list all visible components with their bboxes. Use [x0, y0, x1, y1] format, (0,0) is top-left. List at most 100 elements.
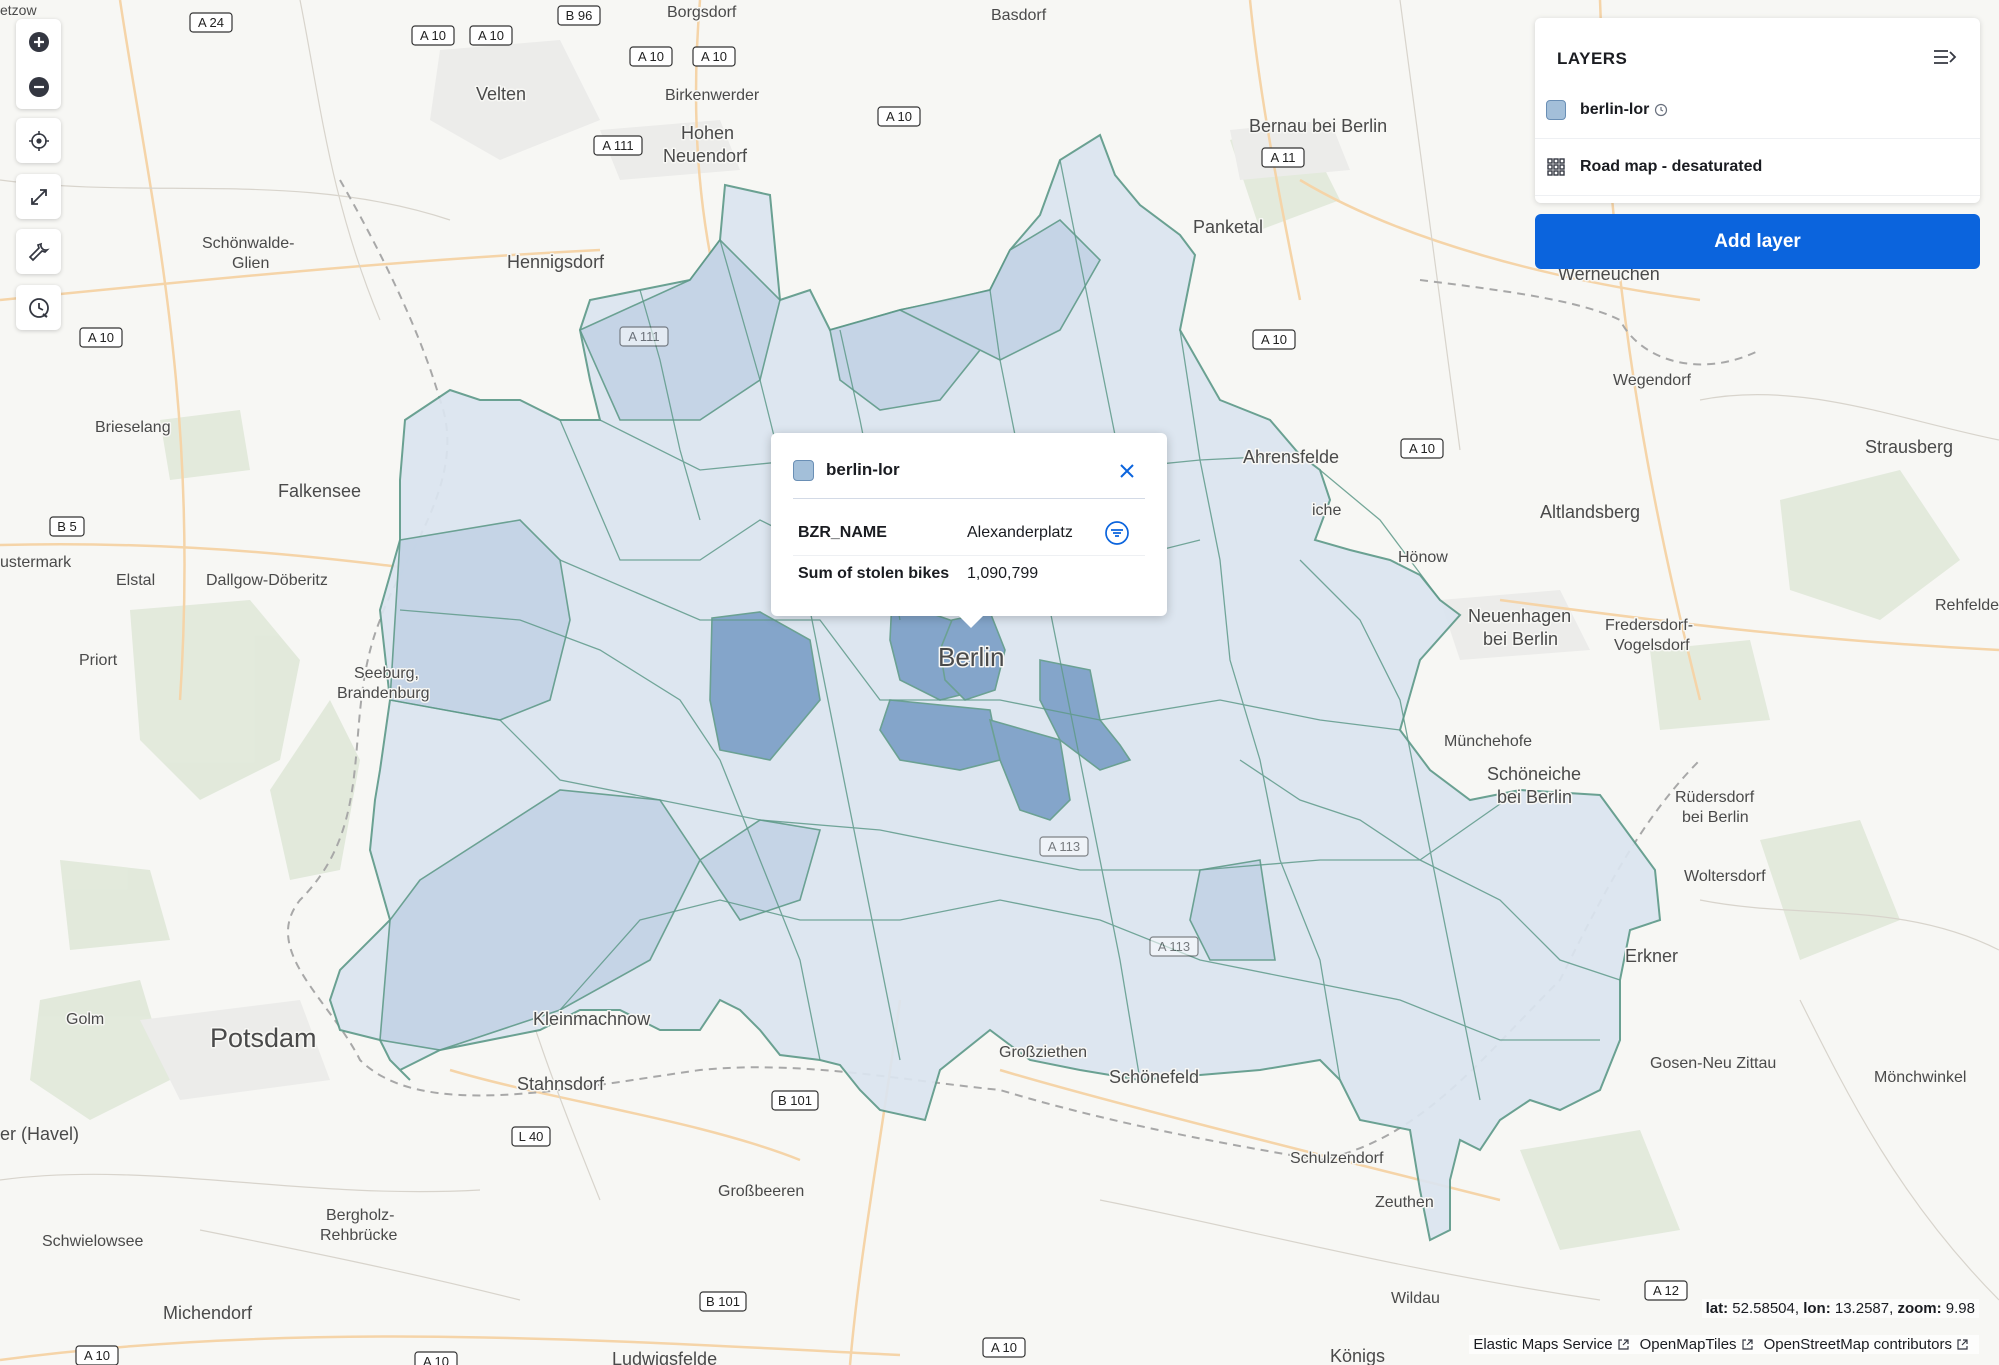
place-label: Schönefeld — [1109, 1067, 1199, 1087]
place-label: Dallgow-Döberitz — [206, 572, 328, 589]
clock-icon — [1655, 103, 1668, 116]
place-label: Rehbrücke — [320, 1227, 397, 1244]
place-label: Gosen-Neu Zittau — [1650, 1055, 1776, 1072]
place-label: Potsdam — [210, 1023, 317, 1053]
place-label: Altlandsberg — [1540, 502, 1640, 522]
zoom-label: zoom: — [1897, 1300, 1942, 1317]
place-label: Großbeeren — [718, 1183, 804, 1200]
place-label: Münchehofe — [1444, 733, 1532, 750]
place-label: Vogelsdorf — [1614, 637, 1690, 654]
place-label: ustermark — [0, 554, 72, 571]
layers-panel: LAYERS berlin-lor Road map - desaturated — [1535, 18, 1980, 203]
zoom-in-button[interactable] — [16, 19, 61, 64]
place-label: Großziethen — [999, 1044, 1087, 1061]
fit-bounds-control — [16, 174, 61, 219]
place-label: Bernau bei Berlin — [1249, 116, 1387, 136]
filter-icon[interactable] — [1104, 520, 1130, 546]
timeslider-button[interactable] — [16, 285, 61, 330]
collapse-panel-icon[interactable] — [1932, 46, 1958, 68]
road-shield: B 101 — [778, 1093, 812, 1108]
tooltip-arrow — [958, 615, 984, 628]
place-label: Rehfelde — [1935, 597, 1999, 614]
place-label: Zeuthen — [1375, 1194, 1434, 1211]
place-label: Ahrensfelde — [1243, 447, 1339, 467]
place-label: Velten — [476, 84, 526, 104]
zoom-out-button[interactable] — [16, 64, 61, 109]
place-label: Basdorf — [991, 7, 1047, 24]
place-label: Königs — [1330, 1346, 1385, 1365]
place-label: Neuenhagen — [1468, 606, 1571, 626]
road-shield: A 10 — [638, 49, 664, 64]
divider — [793, 555, 1145, 556]
tools-button[interactable] — [16, 229, 61, 274]
road-shield: A 11 — [1270, 150, 1295, 165]
place-label: Erkner — [1625, 946, 1678, 966]
place-label: Neuendorf — [663, 146, 748, 166]
layer-row-berlin-lor[interactable]: berlin-lor — [1535, 81, 1980, 139]
place-label: Hönow — [1398, 549, 1448, 566]
road-shield: A 111 — [628, 329, 659, 344]
road-shield: B 5 — [57, 519, 77, 534]
minus-icon — [28, 76, 49, 97]
place-label: Hohen — [681, 123, 734, 143]
place-label: bei Berlin — [1497, 787, 1572, 807]
road-shield: L 40 — [519, 1129, 544, 1144]
place-label: Hennigsdorf — [507, 252, 605, 272]
divider — [793, 498, 1145, 499]
external-link-icon — [1741, 1339, 1753, 1350]
set-view-button[interactable] — [16, 118, 61, 163]
place-label: Glien — [232, 255, 269, 272]
timeslider-control — [16, 285, 61, 330]
place-label: Brandenburg — [337, 685, 430, 702]
attribution-link[interactable]: OpenStreetMap contributors — [1764, 1336, 1952, 1353]
attribution-link[interactable]: Elastic Maps Service — [1473, 1336, 1612, 1353]
place-label: Falkensee — [278, 481, 361, 501]
grid-icon — [1547, 157, 1565, 176]
place-label: Schönwalde- — [202, 235, 295, 252]
region-east-1[interactable] — [1189, 859, 1276, 961]
lat-label: lat: — [1705, 1300, 1729, 1317]
plus-icon — [28, 31, 49, 52]
map-canvas[interactable]: Borgsdorf Basdorf Velten Birkenwerder Ho… — [0, 0, 1999, 1365]
close-icon[interactable] — [1117, 461, 1137, 481]
lat-value: 52.58504 — [1732, 1300, 1795, 1317]
feature-tooltip: berlin-lor BZR_NAME Alexanderplatz Sum o… — [771, 433, 1167, 616]
place-label: Mönchwinkel — [1874, 1069, 1966, 1086]
place-label: Priort — [79, 652, 118, 669]
zoom-value: 9.98 — [1945, 1300, 1975, 1317]
place-label: Wildau — [1391, 1290, 1440, 1307]
place-label: Woltersdorf — [1684, 868, 1766, 885]
zoom-controls — [16, 19, 61, 109]
lon-label: lon: — [1803, 1300, 1831, 1317]
layer-swatch — [1546, 99, 1566, 120]
layer-row-road-map[interactable]: Road map - desaturated — [1535, 138, 1980, 196]
road-shield: A 10 — [991, 1340, 1017, 1355]
external-link-icon — [1957, 1339, 1968, 1350]
layers-title: LAYERS — [1557, 49, 1628, 68]
fit-to-data-button[interactable] — [16, 174, 61, 219]
layer-swatch — [793, 460, 814, 481]
tools-control — [16, 229, 61, 274]
map-tools — [16, 118, 61, 163]
coordinates-readout: lat: 52.58504, lon: 13.2587, zoom: 9.98 — [1701, 1299, 1979, 1318]
road-shield: A 10 — [88, 330, 114, 345]
place-label: Berlin — [938, 642, 1004, 672]
place-label: Kleinmachnow — [533, 1009, 651, 1029]
property-key: Sum of stolen bikes — [798, 565, 950, 582]
place-label: iche — [1312, 502, 1341, 519]
layer-name: Road map - desaturated — [1580, 157, 1763, 175]
place-label: Schulzendorf — [1290, 1150, 1384, 1167]
attribution-link[interactable]: OpenMapTiles — [1640, 1336, 1737, 1353]
road-shield: B 101 — [706, 1294, 740, 1309]
lon-value: 13.2587 — [1834, 1300, 1890, 1317]
tooltip-title: berlin-lor — [826, 460, 900, 479]
external-link-icon — [1617, 1339, 1629, 1350]
property-key: BZR_NAME — [798, 524, 887, 541]
place-label: Borgsdorf — [667, 4, 737, 21]
road-shield: A 111 — [602, 138, 633, 153]
layer-name: berlin-lor — [1580, 100, 1650, 118]
place-label: Birkenwerder — [665, 87, 760, 104]
place-label: Strausberg — [1865, 437, 1953, 457]
add-layer-button[interactable]: Add layer — [1535, 214, 1980, 269]
road-shield: A 10 — [701, 49, 727, 64]
